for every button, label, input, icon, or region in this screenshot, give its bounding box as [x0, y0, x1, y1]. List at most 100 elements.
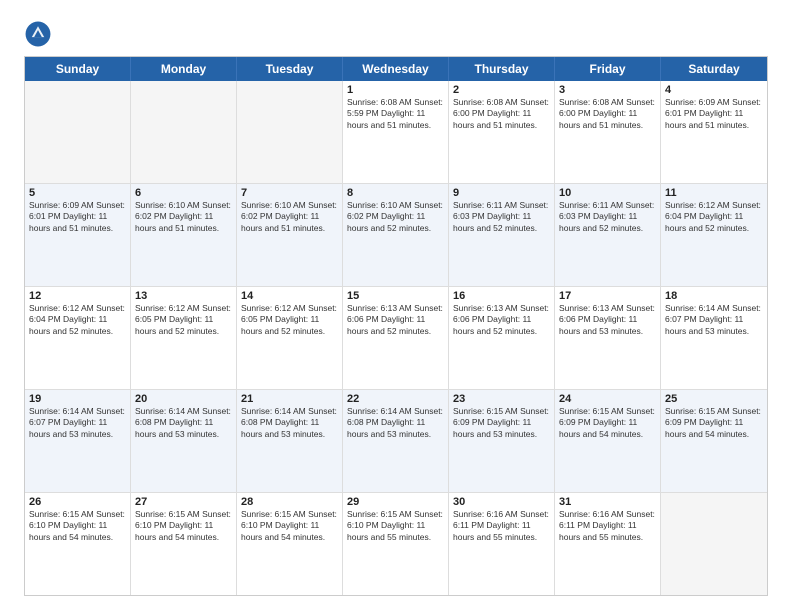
day-info: Sunrise: 6:14 AM Sunset: 6:07 PM Dayligh…	[665, 303, 763, 337]
day-info: Sunrise: 6:11 AM Sunset: 6:03 PM Dayligh…	[559, 200, 656, 234]
day-info: Sunrise: 6:15 AM Sunset: 6:10 PM Dayligh…	[347, 509, 444, 543]
day-number: 27	[135, 496, 232, 508]
day-cell-8: 8Sunrise: 6:10 AM Sunset: 6:02 PM Daylig…	[343, 184, 449, 286]
day-info: Sunrise: 6:15 AM Sunset: 6:09 PM Dayligh…	[559, 406, 656, 440]
day-number: 4	[665, 84, 763, 96]
day-number: 23	[453, 393, 550, 405]
day-info: Sunrise: 6:16 AM Sunset: 6:11 PM Dayligh…	[559, 509, 656, 543]
header-day-tuesday: Tuesday	[237, 57, 343, 81]
header-day-saturday: Saturday	[661, 57, 767, 81]
day-cell-22: 22Sunrise: 6:14 AM Sunset: 6:08 PM Dayli…	[343, 390, 449, 492]
day-cell-empty	[661, 493, 767, 595]
day-number: 26	[29, 496, 126, 508]
day-number: 25	[665, 393, 763, 405]
day-cell-23: 23Sunrise: 6:15 AM Sunset: 6:09 PM Dayli…	[449, 390, 555, 492]
day-number: 15	[347, 290, 444, 302]
day-info: Sunrise: 6:09 AM Sunset: 6:01 PM Dayligh…	[29, 200, 126, 234]
day-cell-25: 25Sunrise: 6:15 AM Sunset: 6:09 PM Dayli…	[661, 390, 767, 492]
calendar-body: 1Sunrise: 6:08 AM Sunset: 5:59 PM Daylig…	[25, 81, 767, 595]
calendar-week-3: 12Sunrise: 6:12 AM Sunset: 6:04 PM Dayli…	[25, 287, 767, 390]
day-number: 8	[347, 187, 444, 199]
day-number: 31	[559, 496, 656, 508]
day-info: Sunrise: 6:10 AM Sunset: 6:02 PM Dayligh…	[241, 200, 338, 234]
day-number: 19	[29, 393, 126, 405]
day-number: 30	[453, 496, 550, 508]
day-cell-14: 14Sunrise: 6:12 AM Sunset: 6:05 PM Dayli…	[237, 287, 343, 389]
day-number: 3	[559, 84, 656, 96]
calendar-week-4: 19Sunrise: 6:14 AM Sunset: 6:07 PM Dayli…	[25, 390, 767, 493]
day-cell-9: 9Sunrise: 6:11 AM Sunset: 6:03 PM Daylig…	[449, 184, 555, 286]
day-info: Sunrise: 6:14 AM Sunset: 6:08 PM Dayligh…	[347, 406, 444, 440]
day-number: 21	[241, 393, 338, 405]
day-info: Sunrise: 6:14 AM Sunset: 6:07 PM Dayligh…	[29, 406, 126, 440]
day-info: Sunrise: 6:08 AM Sunset: 5:59 PM Dayligh…	[347, 97, 444, 131]
day-cell-6: 6Sunrise: 6:10 AM Sunset: 6:02 PM Daylig…	[131, 184, 237, 286]
day-cell-15: 15Sunrise: 6:13 AM Sunset: 6:06 PM Dayli…	[343, 287, 449, 389]
day-info: Sunrise: 6:08 AM Sunset: 6:00 PM Dayligh…	[453, 97, 550, 131]
day-cell-2: 2Sunrise: 6:08 AM Sunset: 6:00 PM Daylig…	[449, 81, 555, 183]
day-info: Sunrise: 6:14 AM Sunset: 6:08 PM Dayligh…	[135, 406, 232, 440]
day-info: Sunrise: 6:15 AM Sunset: 6:10 PM Dayligh…	[241, 509, 338, 543]
day-number: 5	[29, 187, 126, 199]
day-number: 17	[559, 290, 656, 302]
calendar-header: SundayMondayTuesdayWednesdayThursdayFrid…	[25, 57, 767, 81]
day-number: 14	[241, 290, 338, 302]
day-cell-26: 26Sunrise: 6:15 AM Sunset: 6:10 PM Dayli…	[25, 493, 131, 595]
day-info: Sunrise: 6:12 AM Sunset: 6:05 PM Dayligh…	[135, 303, 232, 337]
day-cell-4: 4Sunrise: 6:09 AM Sunset: 6:01 PM Daylig…	[661, 81, 767, 183]
calendar-week-2: 5Sunrise: 6:09 AM Sunset: 6:01 PM Daylig…	[25, 184, 767, 287]
day-cell-11: 11Sunrise: 6:12 AM Sunset: 6:04 PM Dayli…	[661, 184, 767, 286]
calendar-week-1: 1Sunrise: 6:08 AM Sunset: 5:59 PM Daylig…	[25, 81, 767, 184]
day-info: Sunrise: 6:10 AM Sunset: 6:02 PM Dayligh…	[347, 200, 444, 234]
day-cell-3: 3Sunrise: 6:08 AM Sunset: 6:00 PM Daylig…	[555, 81, 661, 183]
day-number: 7	[241, 187, 338, 199]
day-cell-21: 21Sunrise: 6:14 AM Sunset: 6:08 PM Dayli…	[237, 390, 343, 492]
day-cell-31: 31Sunrise: 6:16 AM Sunset: 6:11 PM Dayli…	[555, 493, 661, 595]
logo-icon	[24, 20, 52, 48]
day-cell-24: 24Sunrise: 6:15 AM Sunset: 6:09 PM Dayli…	[555, 390, 661, 492]
day-cell-17: 17Sunrise: 6:13 AM Sunset: 6:06 PM Dayli…	[555, 287, 661, 389]
day-number: 2	[453, 84, 550, 96]
day-cell-empty	[131, 81, 237, 183]
day-number: 28	[241, 496, 338, 508]
day-cell-20: 20Sunrise: 6:14 AM Sunset: 6:08 PM Dayli…	[131, 390, 237, 492]
day-info: Sunrise: 6:12 AM Sunset: 6:04 PM Dayligh…	[665, 200, 763, 234]
day-cell-18: 18Sunrise: 6:14 AM Sunset: 6:07 PM Dayli…	[661, 287, 767, 389]
day-cell-27: 27Sunrise: 6:15 AM Sunset: 6:10 PM Dayli…	[131, 493, 237, 595]
header-day-monday: Monday	[131, 57, 237, 81]
day-cell-29: 29Sunrise: 6:15 AM Sunset: 6:10 PM Dayli…	[343, 493, 449, 595]
day-cell-1: 1Sunrise: 6:08 AM Sunset: 5:59 PM Daylig…	[343, 81, 449, 183]
day-number: 22	[347, 393, 444, 405]
day-number: 16	[453, 290, 550, 302]
day-cell-16: 16Sunrise: 6:13 AM Sunset: 6:06 PM Dayli…	[449, 287, 555, 389]
header-day-friday: Friday	[555, 57, 661, 81]
calendar-week-5: 26Sunrise: 6:15 AM Sunset: 6:10 PM Dayli…	[25, 493, 767, 595]
day-cell-empty	[237, 81, 343, 183]
day-number: 9	[453, 187, 550, 199]
day-info: Sunrise: 6:14 AM Sunset: 6:08 PM Dayligh…	[241, 406, 338, 440]
day-number: 18	[665, 290, 763, 302]
day-info: Sunrise: 6:15 AM Sunset: 6:10 PM Dayligh…	[135, 509, 232, 543]
day-info: Sunrise: 6:08 AM Sunset: 6:00 PM Dayligh…	[559, 97, 656, 131]
logo	[24, 20, 58, 48]
day-cell-19: 19Sunrise: 6:14 AM Sunset: 6:07 PM Dayli…	[25, 390, 131, 492]
day-info: Sunrise: 6:15 AM Sunset: 6:09 PM Dayligh…	[665, 406, 763, 440]
day-info: Sunrise: 6:13 AM Sunset: 6:06 PM Dayligh…	[453, 303, 550, 337]
day-info: Sunrise: 6:15 AM Sunset: 6:10 PM Dayligh…	[29, 509, 126, 543]
day-info: Sunrise: 6:13 AM Sunset: 6:06 PM Dayligh…	[559, 303, 656, 337]
day-cell-5: 5Sunrise: 6:09 AM Sunset: 6:01 PM Daylig…	[25, 184, 131, 286]
day-cell-10: 10Sunrise: 6:11 AM Sunset: 6:03 PM Dayli…	[555, 184, 661, 286]
day-number: 10	[559, 187, 656, 199]
day-cell-30: 30Sunrise: 6:16 AM Sunset: 6:11 PM Dayli…	[449, 493, 555, 595]
day-number: 20	[135, 393, 232, 405]
header-day-sunday: Sunday	[25, 57, 131, 81]
page: SundayMondayTuesdayWednesdayThursdayFrid…	[0, 0, 792, 612]
day-info: Sunrise: 6:12 AM Sunset: 6:05 PM Dayligh…	[241, 303, 338, 337]
day-number: 12	[29, 290, 126, 302]
day-number: 6	[135, 187, 232, 199]
day-cell-7: 7Sunrise: 6:10 AM Sunset: 6:02 PM Daylig…	[237, 184, 343, 286]
day-cell-13: 13Sunrise: 6:12 AM Sunset: 6:05 PM Dayli…	[131, 287, 237, 389]
day-info: Sunrise: 6:15 AM Sunset: 6:09 PM Dayligh…	[453, 406, 550, 440]
day-info: Sunrise: 6:11 AM Sunset: 6:03 PM Dayligh…	[453, 200, 550, 234]
day-cell-empty	[25, 81, 131, 183]
